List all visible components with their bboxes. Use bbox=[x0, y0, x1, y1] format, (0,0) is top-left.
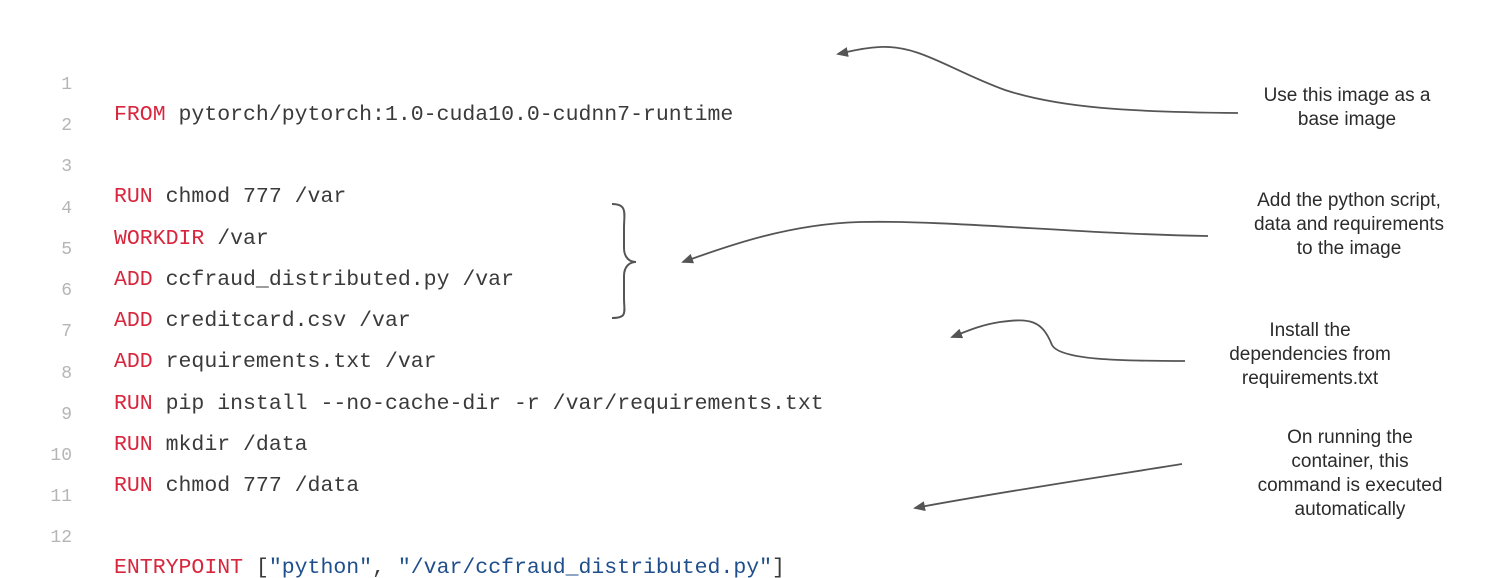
annotation-line: Install the bbox=[1269, 320, 1351, 341]
annotation-line: container, this bbox=[1291, 451, 1409, 472]
annotation-line: requirements.txt bbox=[1241, 368, 1379, 389]
arrow-base-image bbox=[836, 46, 1239, 114]
annotation-line: data and requirements bbox=[1253, 214, 1445, 235]
annotation-line: Use this image as a bbox=[1263, 85, 1431, 106]
arrow-install-deps bbox=[950, 319, 1186, 362]
annotation-line: dependencies from bbox=[1229, 344, 1391, 365]
arrow-entrypoint bbox=[913, 463, 1183, 512]
diagram-canvas: 1 FROM pytorch/pytorch:1.0-cuda10.0-cudn… bbox=[0, 0, 1510, 578]
annotation-line: On running the bbox=[1287, 427, 1413, 448]
arrow-add-files bbox=[681, 220, 1209, 264]
annotation-base-image: Use this image as a base image bbox=[1232, 84, 1462, 132]
annotation-line: Add the python script, bbox=[1257, 190, 1441, 211]
annotation-install-deps: Install the dependencies from requiremen… bbox=[1215, 319, 1405, 391]
annotation-line: to the image bbox=[1296, 238, 1402, 259]
annotation-line: automatically bbox=[1294, 499, 1406, 520]
annotation-line: base image bbox=[1297, 109, 1397, 130]
annotation-line: command is executed bbox=[1257, 475, 1443, 496]
annotation-entrypoint: On running the container, this command i… bbox=[1236, 426, 1464, 522]
annotation-add-files: Add the python script, data and requirem… bbox=[1224, 189, 1474, 261]
curly-brace bbox=[611, 203, 637, 319]
